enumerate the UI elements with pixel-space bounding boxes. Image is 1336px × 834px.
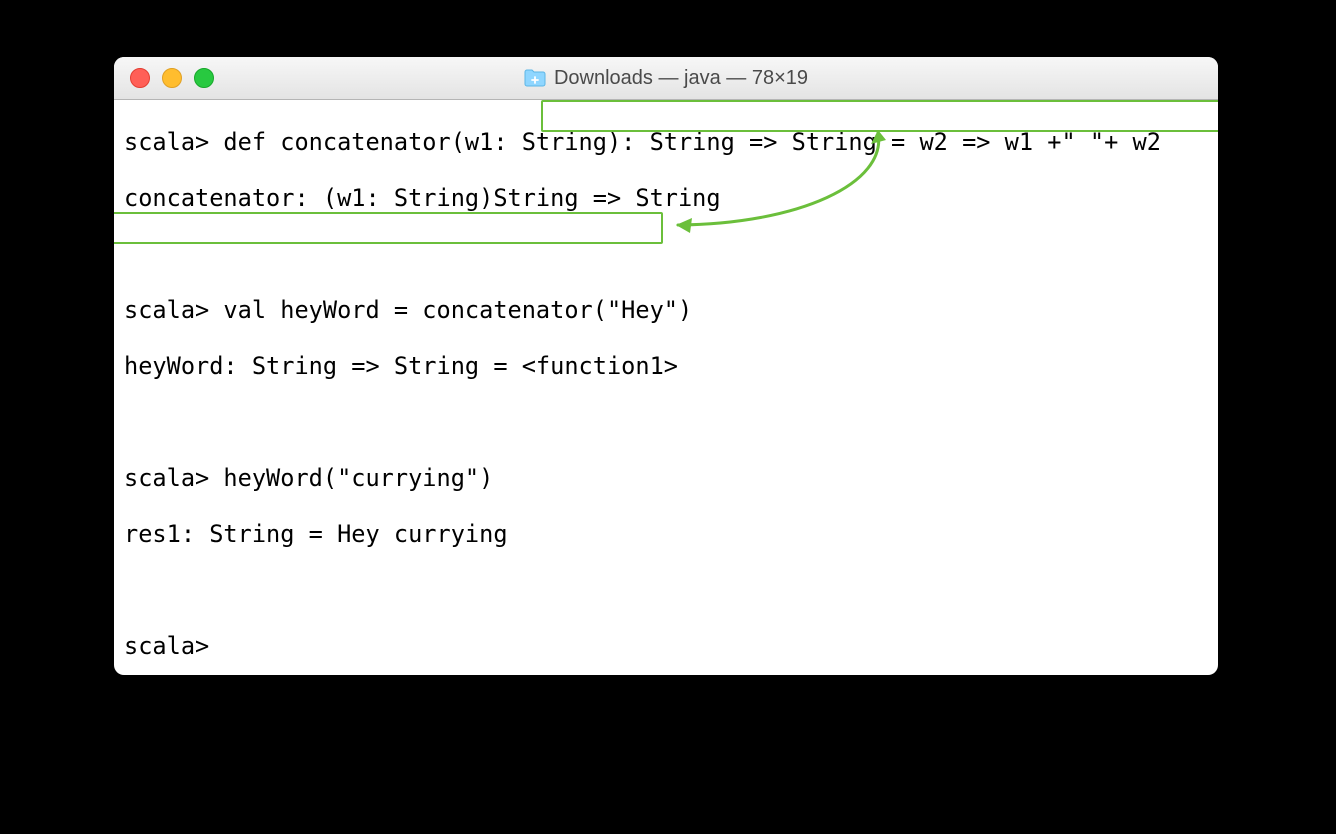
window-title-wrap: Downloads — java — 78×19: [114, 67, 1218, 90]
terminal-content[interactable]: scala> def concatenator(w1: String): Str…: [114, 100, 1218, 675]
terminal-line: [124, 240, 1208, 268]
terminal-line: scala> heyWord("currying"): [124, 464, 1208, 492]
minimize-icon[interactable]: [162, 68, 182, 88]
terminal-line: scala>: [124, 632, 1208, 660]
terminal-line: scala> def concatenator(w1: String): Str…: [124, 128, 1208, 156]
terminal-line: scala> val heyWord = concatenator("Hey"): [124, 296, 1208, 324]
maximize-icon[interactable]: [194, 68, 214, 88]
terminal-window: Downloads — java — 78×19 scala> def conc…: [114, 57, 1218, 675]
titlebar: Downloads — java — 78×19: [114, 57, 1218, 100]
window-title: Downloads — java — 78×19: [554, 67, 808, 90]
terminal-line: [124, 576, 1208, 604]
traffic-lights: [130, 68, 214, 88]
terminal-line: heyWord: String => String = <function1>: [124, 352, 1208, 380]
terminal-line: concatenator: (w1: String)String => Stri…: [124, 184, 1208, 212]
close-icon[interactable]: [130, 68, 150, 88]
terminal-line: [124, 408, 1208, 436]
terminal-line: res1: String = Hey currying: [124, 520, 1208, 548]
folder-icon: [524, 69, 546, 87]
